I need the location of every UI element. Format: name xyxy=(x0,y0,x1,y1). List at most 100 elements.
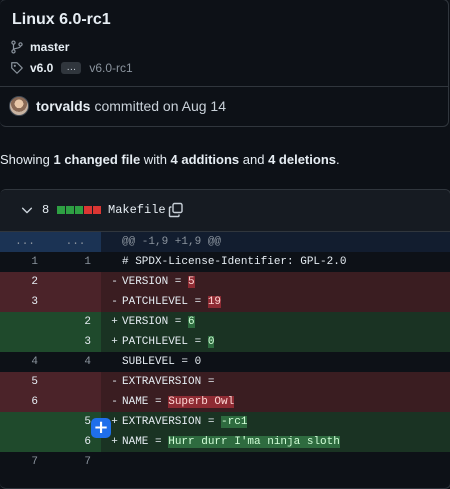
summary-prefix: Showing xyxy=(0,152,54,167)
removed-highlight: 19 xyxy=(207,296,222,308)
removed-highlight: Superb Owl xyxy=(168,396,235,408)
summary-additions: 4 additions xyxy=(170,152,240,167)
diff-line-context: 1 1 # SPDX-License-Identifier: GPL-2.0 xyxy=(0,252,450,272)
new-line-number[interactable] xyxy=(50,372,101,392)
new-line-number[interactable]: 3 xyxy=(50,332,101,352)
author-row: torvalds committed on Aug 14 xyxy=(9,96,226,116)
code-text: VERSION = xyxy=(122,276,189,288)
add-comment-button[interactable]: + xyxy=(91,418,111,438)
diffstat-block xyxy=(93,206,101,214)
file-name-link[interactable]: Makefile xyxy=(108,203,166,217)
code-text: EXTRAVERSION = xyxy=(122,376,215,388)
minus-sign: - xyxy=(111,396,118,408)
change-count: 8 xyxy=(42,203,50,217)
chevron-down-icon[interactable] xyxy=(20,203,34,217)
tag-icon xyxy=(11,62,23,74)
new-line-number[interactable] xyxy=(50,392,101,412)
diff-line-addition: 2 + VERSION = 6 xyxy=(0,312,450,332)
old-line-number[interactable]: 7 xyxy=(0,452,50,472)
new-line-number[interactable]: 4 xyxy=(50,352,101,372)
hunk-header-row[interactable]: ... ... @@ -1,9 +1,9 @@ xyxy=(0,232,450,252)
line-code: + PATCHLEVEL = 0 xyxy=(101,332,450,352)
added-highlight: -rc1 xyxy=(221,416,248,428)
expand-new-lines[interactable]: ... xyxy=(50,232,101,252)
code-text: NAME = xyxy=(122,436,169,448)
diff-summary: Showing 1 changed file with 4 additions … xyxy=(0,152,340,167)
old-line-number[interactable]: 6 xyxy=(0,392,50,412)
new-line-number[interactable]: 2 xyxy=(50,312,101,332)
diffstat-bar xyxy=(57,206,101,214)
old-line-number[interactable]: 5 xyxy=(0,372,50,392)
line-code: - VERSION = 5 xyxy=(101,272,450,292)
old-line-number[interactable] xyxy=(0,332,50,352)
new-line-number[interactable]: 7 xyxy=(50,452,101,472)
diff-line-deletion: 3 - PATCHLEVEL = 19 xyxy=(0,292,450,312)
code-text: VERSION = xyxy=(122,316,189,328)
code-text: PATCHLEVEL = xyxy=(122,296,208,308)
old-line-number[interactable]: 4 xyxy=(0,352,50,372)
diff-line-context: 7 7 xyxy=(0,452,450,472)
summary-suffix: . xyxy=(336,152,340,167)
diff-line-addition: 3 + PATCHLEVEL = 0 xyxy=(0,332,450,352)
old-line-number[interactable]: 1 xyxy=(0,252,50,272)
branch-row: master xyxy=(10,40,69,54)
git-branch-icon xyxy=(11,40,23,54)
summary-changed: 1 changed file xyxy=(53,152,141,167)
new-line-number[interactable]: 1 xyxy=(50,252,101,272)
plus-sign: + xyxy=(111,316,118,328)
line-code: # SPDX-License-Identifier: GPL-2.0 xyxy=(122,256,347,268)
minus-sign: - xyxy=(111,296,118,308)
summary-mid2: and xyxy=(239,152,269,167)
copy-icon[interactable] xyxy=(168,202,184,218)
diff-line-deletion: 5 - EXTRAVERSION = xyxy=(0,372,450,392)
diffstat-block xyxy=(57,206,65,214)
diffstat-block xyxy=(75,206,83,214)
line-code: - NAME = Superb Owl xyxy=(101,392,450,412)
commit-divider xyxy=(0,86,448,87)
old-line-number[interactable]: 3 xyxy=(0,292,50,312)
summary-mid1: with xyxy=(140,152,171,167)
tag-range-end[interactable]: v6.0-rc1 xyxy=(89,61,132,75)
diffstat-block xyxy=(84,206,92,214)
new-line-number[interactable] xyxy=(50,292,101,312)
old-line-number[interactable] xyxy=(0,312,50,332)
removed-highlight: 5 xyxy=(188,276,195,288)
hunk-header-text: @@ -1,9 +1,9 @@ xyxy=(122,236,222,248)
minus-sign: - xyxy=(111,276,118,288)
file-header: 8 Makefile xyxy=(0,190,450,232)
code-text: NAME = xyxy=(122,396,169,408)
new-line-number[interactable] xyxy=(50,272,101,292)
expand-old-lines[interactable]: ... xyxy=(0,232,50,252)
old-line-number[interactable] xyxy=(0,432,50,452)
diff-line-addition: 5 + EXTRAVERSION = -rc1 xyxy=(0,412,450,432)
file-diff-box: 8 Makefile ... ... @@ -1,9 +1,9 @@ 1 1 #… xyxy=(0,189,450,489)
added-highlight: 0 xyxy=(207,336,215,348)
tag-expand-button[interactable]: … xyxy=(61,62,82,74)
commit-header-box: Linux 6.0-rc1 master v6.0 … v6.0-rc1 tor… xyxy=(0,0,449,127)
diff-line-addition: 6 + NAME = Hurr durr I'ma ninja sloth xyxy=(0,432,450,452)
diff-line-context: 4 4 SUBLEVEL = 0 xyxy=(0,352,450,372)
minus-sign: - xyxy=(111,376,118,388)
old-line-number[interactable]: 2 xyxy=(0,272,50,292)
old-line-number[interactable] xyxy=(0,412,50,432)
line-code: + EXTRAVERSION = -rc1 xyxy=(101,412,450,432)
diff-line-deletion: 2 - VERSION = 5 xyxy=(0,272,450,292)
tag-row: v6.0 … v6.0-rc1 xyxy=(10,61,133,75)
avatar[interactable] xyxy=(9,96,29,116)
diffstat-block xyxy=(66,206,74,214)
branch-link[interactable]: master xyxy=(30,40,69,54)
added-highlight: Hurr durr I'ma ninja sloth xyxy=(168,436,340,448)
code-text: PATCHLEVEL = xyxy=(122,336,208,348)
line-code: + NAME = Hurr durr I'ma ninja sloth xyxy=(101,432,450,452)
tag-link[interactable]: v6.0 xyxy=(30,61,53,75)
line-code: SUBLEVEL = 0 xyxy=(122,356,202,368)
commit-title: Linux 6.0-rc1 xyxy=(12,11,111,28)
line-code: + VERSION = 6 xyxy=(101,312,450,332)
line-code: - EXTRAVERSION = xyxy=(101,372,450,392)
diff-lines: ... ... @@ -1,9 +1,9 @@ 1 1 # SPDX-Licen… xyxy=(0,232,450,472)
diff-line-deletion: 6 - NAME = Superb Owl xyxy=(0,392,450,412)
author-link[interactable]: torvalds xyxy=(36,98,90,114)
commit-date-text: committed on Aug 14 xyxy=(94,98,226,114)
plus-sign: + xyxy=(111,336,118,348)
